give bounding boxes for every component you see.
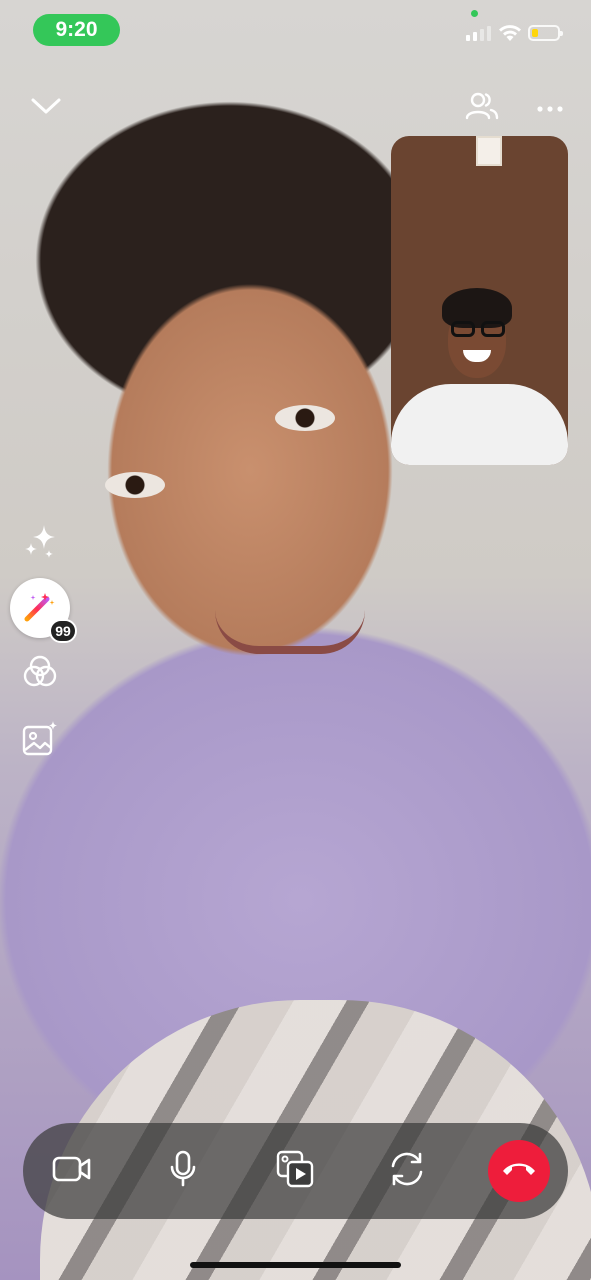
remote-video-detail xyxy=(215,610,365,654)
remote-video-detail xyxy=(105,472,165,498)
microphone-toggle-button[interactable] xyxy=(155,1143,211,1199)
camera-flip-icon xyxy=(387,1150,427,1193)
wifi-icon xyxy=(498,24,522,47)
effects-count-badge: 99 xyxy=(49,619,77,643)
media-share-icon xyxy=(275,1149,315,1194)
collapse-call-button[interactable] xyxy=(28,92,64,124)
call-controls-bar xyxy=(23,1123,568,1219)
video-call-screen: 9:20 99 xyxy=(0,0,591,1280)
people-icon xyxy=(465,91,499,126)
ellipsis-icon xyxy=(537,99,563,117)
video-camera-icon xyxy=(52,1154,92,1189)
self-view-detail xyxy=(391,384,568,465)
home-indicator xyxy=(190,1262,401,1268)
chevron-down-icon xyxy=(30,96,62,121)
status-time[interactable]: 9:20 xyxy=(33,14,120,46)
status-bar: 9:20 xyxy=(0,0,591,62)
more-options-button[interactable] xyxy=(532,96,568,120)
filters-button[interactable] xyxy=(20,654,60,694)
camera-toggle-button[interactable] xyxy=(44,1143,100,1199)
participants-button[interactable] xyxy=(464,92,500,124)
battery-icon xyxy=(528,25,563,41)
camera-in-use-indicator xyxy=(471,10,478,17)
backgrounds-button[interactable] xyxy=(20,720,60,760)
sparkles-button[interactable] xyxy=(20,522,60,562)
cellular-signal-icon xyxy=(466,26,491,41)
battery-level xyxy=(532,29,538,37)
self-view-detail xyxy=(476,136,502,166)
end-call-button[interactable] xyxy=(488,1140,550,1202)
end-call-icon xyxy=(501,1161,537,1182)
flip-camera-button[interactable] xyxy=(379,1143,435,1199)
remote-video-detail xyxy=(275,405,335,431)
image-sparkle-icon xyxy=(21,719,59,762)
share-media-button[interactable] xyxy=(267,1143,323,1199)
microphone-icon xyxy=(169,1150,197,1193)
self-view-detail xyxy=(451,321,505,337)
sparkles-icon xyxy=(22,521,58,564)
self-view-video[interactable] xyxy=(391,136,568,465)
overlapping-circles-icon xyxy=(22,654,58,695)
